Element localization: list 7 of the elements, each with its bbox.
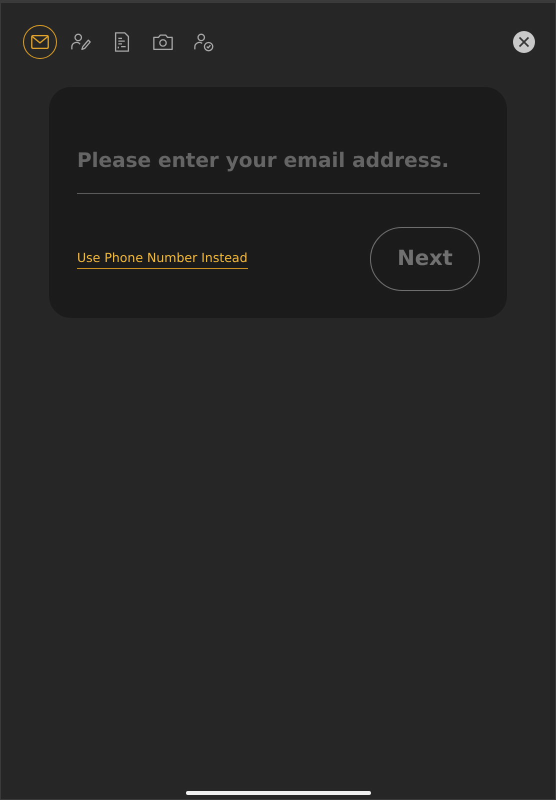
close-button[interactable] (513, 30, 535, 52)
person-pencil-icon (70, 30, 92, 52)
close-icon (518, 36, 530, 48)
person-check-icon (193, 30, 215, 52)
email-field[interactable]: Please enter your email address. (77, 145, 480, 194)
phone-number-link[interactable]: Use Phone Number Instead (77, 248, 248, 270)
step-tab[interactable] (23, 24, 57, 58)
